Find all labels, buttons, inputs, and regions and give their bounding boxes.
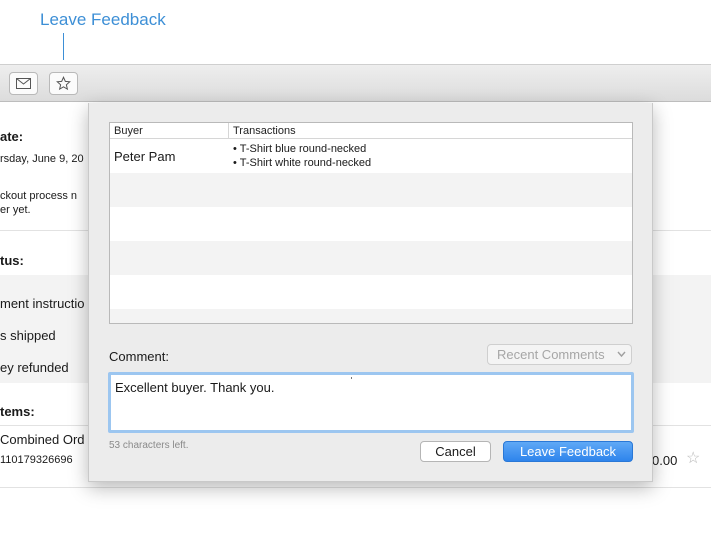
status-item: ment instructio <box>0 296 85 311</box>
note-line-2: er yet. <box>0 204 31 216</box>
status-label: tus: <box>0 253 24 268</box>
items-label: tems: <box>0 404 35 419</box>
date-label: ate: <box>0 129 24 144</box>
item-number: 110179326696 <box>0 454 73 466</box>
status-item: ey refunded <box>0 360 69 375</box>
buyer-cell: Peter Pam <box>114 149 176 164</box>
leave-feedback-sheet: Buyer Transactions Peter Pam T-Shirt blu… <box>88 103 653 482</box>
table-row-empty <box>110 241 632 275</box>
comment-value: Excellent buyer. Thank you. <box>115 380 275 395</box>
leave-feedback-button[interactable]: Leave Feedback <box>503 441 633 462</box>
star-icon[interactable]: ☆ <box>686 448 700 468</box>
recent-comments-label: Recent Comments <box>497 347 605 362</box>
toolbar <box>0 64 711 102</box>
comment-textarea[interactable]: Excellent buyer. Thank you. <box>108 372 634 433</box>
divider <box>0 487 711 488</box>
callout-label: Leave Feedback <box>40 10 166 29</box>
table-header: Buyer Transactions <box>110 123 632 139</box>
callout-line <box>63 33 64 60</box>
table-row-empty <box>110 275 632 309</box>
mail-button[interactable] <box>9 72 38 95</box>
status-item: s shipped <box>0 328 56 343</box>
item-price: 0.00 <box>652 453 678 468</box>
table-row-empty <box>110 309 632 323</box>
star-button[interactable] <box>49 72 78 95</box>
column-header-transactions[interactable]: Transactions <box>229 123 632 138</box>
date-value: rsday, June 9, 20 <box>0 153 84 165</box>
column-header-buyer[interactable]: Buyer <box>110 123 229 138</box>
recent-comments-popup[interactable]: Recent Comments <box>487 344 632 365</box>
table-row-empty <box>110 173 632 207</box>
characters-left-text: 53 characters left. <box>109 440 189 451</box>
transaction-item: T-Shirt blue round-necked <box>233 142 632 156</box>
chevron-down-icon <box>617 351 626 358</box>
note-line-1: ckout process n <box>0 190 78 202</box>
table-row-empty <box>110 207 632 241</box>
buyer-table: Buyer Transactions Peter Pam T-Shirt blu… <box>109 122 633 324</box>
table-row[interactable]: Peter Pam T-Shirt blue round-necked T-Sh… <box>110 139 632 173</box>
item-name: Combined Ord <box>0 432 85 447</box>
text-caret <box>351 377 352 379</box>
transaction-item: T-Shirt white round-necked <box>233 156 632 170</box>
envelope-icon <box>16 78 31 89</box>
cancel-button[interactable]: Cancel <box>420 441 491 462</box>
star-icon <box>56 76 71 91</box>
comment-label: Comment: <box>109 349 169 364</box>
transactions-cell: T-Shirt blue round-necked T-Shirt white … <box>229 139 632 173</box>
